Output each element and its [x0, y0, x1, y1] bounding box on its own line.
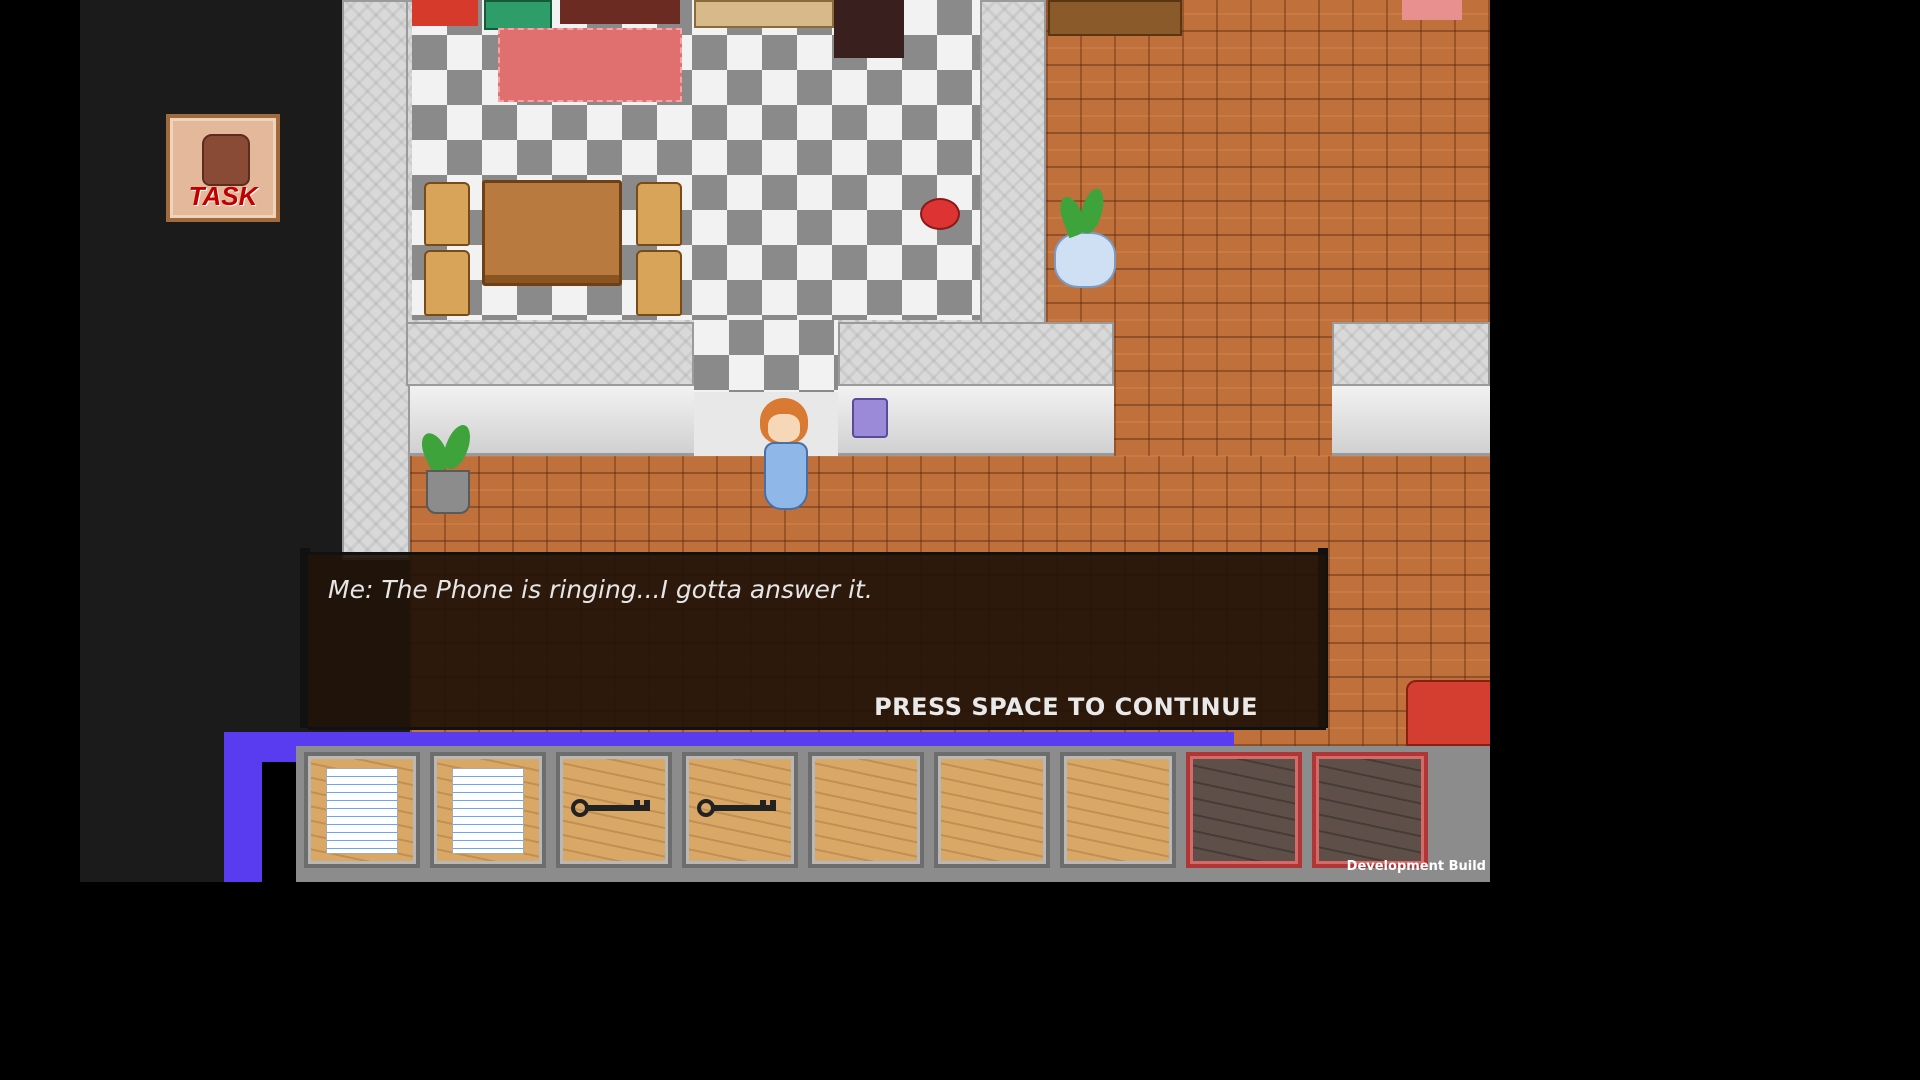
dialog-box[interactable]: Me: The Phone is ringing...I gotta answe… [308, 552, 1326, 730]
hotbar-slot-empty[interactable] [934, 752, 1050, 868]
key-icon [697, 799, 776, 817]
dining-table [482, 180, 622, 286]
green-cabinet [484, 0, 552, 30]
hotbar-slot-locked[interactable] [1186, 752, 1302, 868]
divider-wall-left [406, 322, 694, 386]
red-sofa [1406, 680, 1490, 746]
backpack-icon [202, 134, 250, 186]
kitchen-rug [498, 28, 682, 102]
dining-chair [424, 250, 470, 316]
development-build-label: Development Build [1346, 859, 1486, 874]
bookshelf [1048, 0, 1182, 36]
task-label: TASK [188, 181, 258, 211]
plant-pot [426, 470, 470, 514]
divider-wall-right [1332, 322, 1490, 386]
dining-chair [636, 182, 682, 246]
player-dress [764, 442, 808, 510]
blue-vase [1054, 232, 1116, 288]
dining-chair [636, 250, 682, 316]
west-wall [342, 0, 410, 560]
hotbar-slot[interactable] [556, 752, 672, 868]
dining-chair [424, 182, 470, 246]
player-character [758, 398, 810, 510]
note-icon [452, 768, 524, 854]
hotbar-slot[interactable] [682, 752, 798, 868]
kitchen-cupboard [694, 0, 834, 28]
hotbar-slot[interactable] [304, 752, 420, 868]
note-icon [326, 768, 398, 854]
dish-rack [834, 0, 904, 58]
divider-wall-right-face [1332, 386, 1490, 456]
divider-wall-mid [838, 322, 1114, 386]
hall-wall [980, 0, 1046, 326]
continue-prompt: PRESS SPACE TO CONTINUE [874, 693, 1258, 721]
dark-counter [560, 0, 680, 24]
hotbar-slot-locked[interactable] [1312, 752, 1428, 868]
red-cabinet [412, 0, 478, 26]
key-icon [571, 799, 650, 817]
hotbar-slot-empty[interactable] [1060, 752, 1176, 868]
kitchen-doorway-floor [694, 320, 838, 395]
hotbar-slot-empty[interactable] [808, 752, 924, 868]
pet-food-bowl[interactable] [920, 198, 960, 230]
task-button[interactable]: TASK [166, 114, 280, 222]
hotbar-slot[interactable] [430, 752, 546, 868]
player-face [768, 414, 800, 442]
pink-cushion [1402, 0, 1462, 20]
phone-icon[interactable] [852, 398, 888, 438]
dialog-text: Me: The Phone is ringing...I gotta answe… [328, 575, 873, 604]
